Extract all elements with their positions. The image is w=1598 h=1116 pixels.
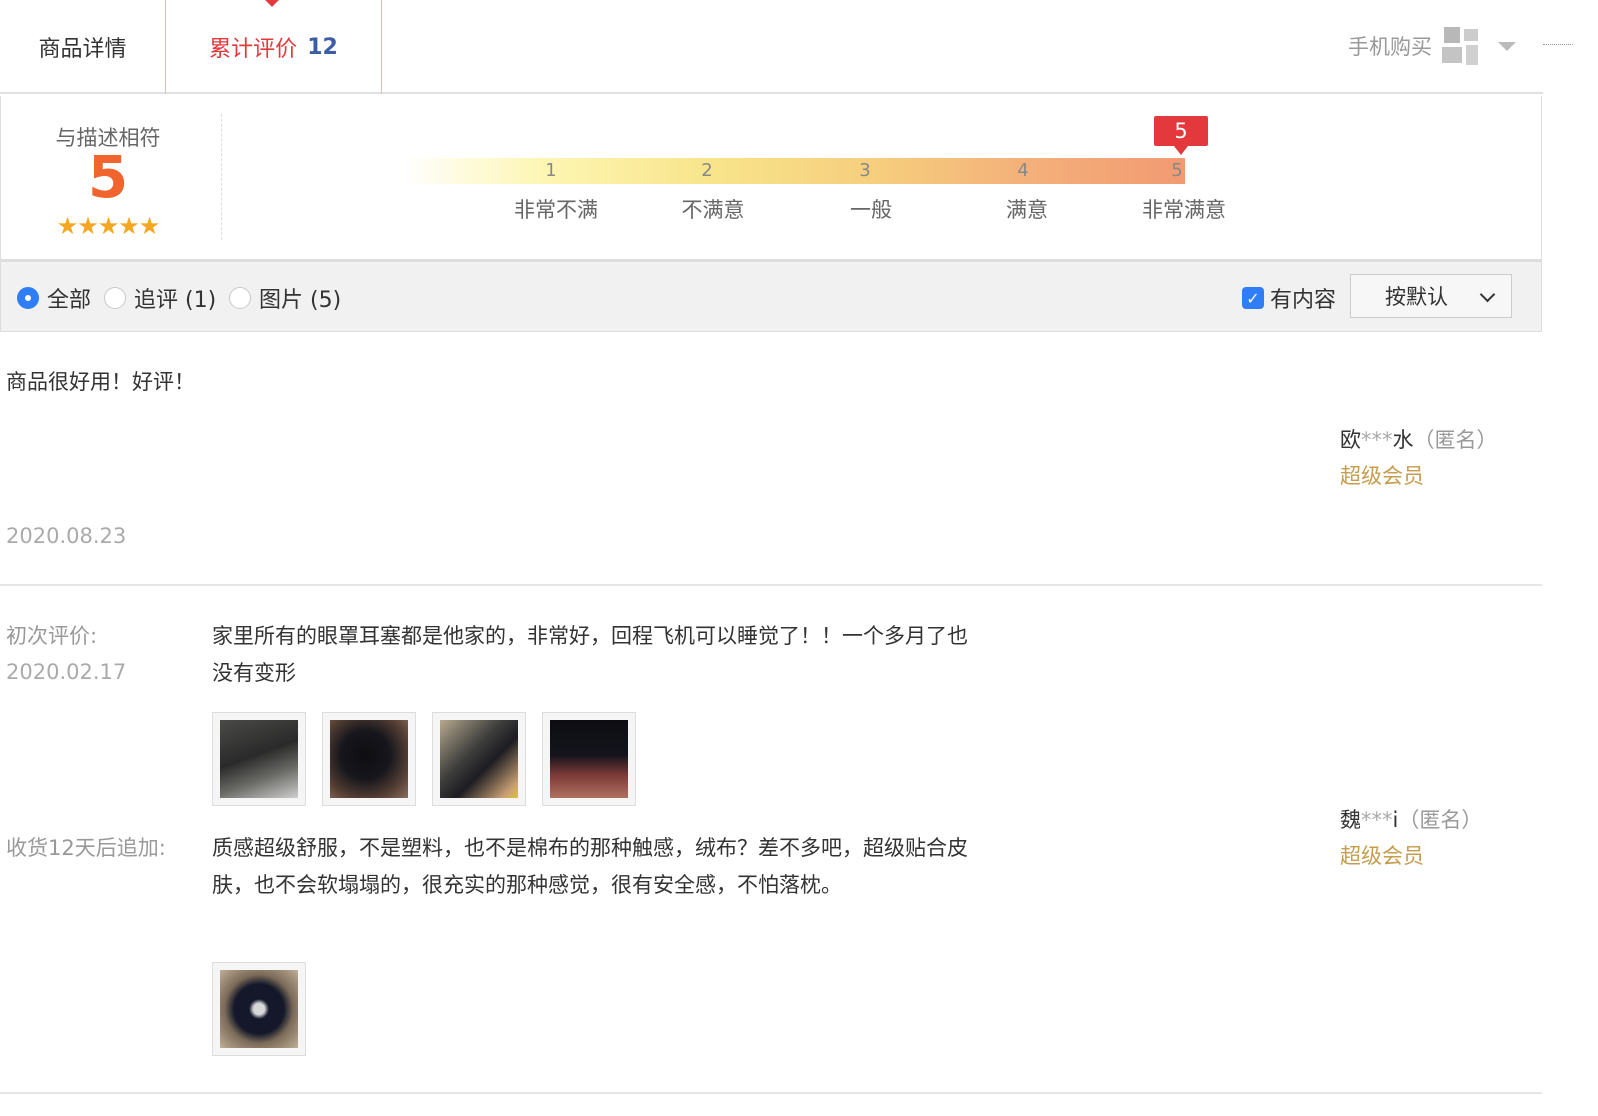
tab-product-detail[interactable]: 商品详情	[0, 0, 166, 94]
review-date: 2020.08.23	[6, 524, 127, 548]
scale-text: 非常不满	[514, 198, 598, 222]
scale-number: 4	[1017, 160, 1029, 181]
review-text: 商品很好用！好评！	[6, 370, 195, 394]
has-content-label: 有内容	[1270, 288, 1337, 313]
tab-reviews-label: 累计评价	[209, 37, 298, 62]
scale-text: 非常满意	[1142, 198, 1226, 222]
anonymous-tag: （匿名）	[1398, 808, 1483, 832]
scale-number: 5	[1171, 160, 1183, 181]
rating-summary: 与描述相符 5 ★★★★★ 1 2 3 4 5 5 非常不满 不满意 一般 满意…	[0, 96, 1542, 262]
filter-followup-label: 追评 (1)	[134, 288, 217, 313]
anonymous-tag: （匿名）	[1413, 428, 1498, 452]
scale-text: 满意	[1006, 198, 1048, 222]
review-image-thumbnail[interactable]	[212, 712, 306, 806]
first-review-text: 家里所有的眼罩耳塞都是他家的，非常好，回程飞机可以睡觉了！！一个多月了也没有变形	[212, 624, 968, 685]
review-image-thumbnail[interactable]	[322, 712, 416, 806]
radio-icon	[229, 287, 251, 309]
filter-followup-radio[interactable]: 追评 (1)	[104, 282, 216, 314]
reviewer-name: 魏***i（匿名）	[1340, 802, 1482, 838]
first-review-date: 2020.02.17	[6, 660, 127, 684]
tab-product-detail-label: 商品详情	[38, 37, 127, 62]
vip-badge: 超级会员	[1340, 844, 1424, 868]
filter-pictures-label: 图片 (5)	[259, 288, 342, 313]
filter-all-label: 全部	[47, 288, 92, 313]
radio-checked-icon	[17, 287, 39, 309]
review-image-thumbnail[interactable]	[212, 962, 306, 1056]
reviewer-name-prefix: 欧	[1340, 428, 1361, 452]
current-score-flag: 5	[1154, 116, 1208, 155]
followup-review-images	[212, 962, 322, 1056]
mobile-buy-label: 手机购买	[1348, 35, 1432, 59]
qr-code-icon	[1440, 25, 1482, 67]
scale-number: 2	[701, 160, 713, 181]
review-image-thumbnail[interactable]	[542, 712, 636, 806]
reviewer-name-mask: ***	[1361, 428, 1393, 452]
has-content-checkbox[interactable]: ✓ 有内容	[1242, 282, 1336, 314]
divider	[1543, 44, 1573, 45]
review-image-thumbnail[interactable]	[432, 712, 526, 806]
scale-text: 一般	[850, 198, 892, 222]
tab-reviews[interactable]: 累计评价 12	[166, 0, 382, 94]
filter-all-radio[interactable]: 全部	[17, 282, 91, 314]
filter-bar: 全部 追评 (1) 图片 (5) ✓ 有内容 按默认	[0, 262, 1542, 332]
review-item: 初次评价: 2020.02.17 家里所有的眼罩耳塞都是他家的，非常好，回程飞机…	[0, 586, 1542, 1094]
vip-badge: 超级会员	[1340, 464, 1424, 488]
reviewer-name-suffix: 水	[1392, 428, 1414, 452]
sort-dropdown[interactable]: 按默认	[1350, 274, 1512, 318]
reviewer-name-prefix: 魏	[1340, 808, 1361, 832]
scale-number: 1	[545, 160, 557, 181]
first-review-label: 初次评价:	[6, 624, 98, 648]
star-rating-icon: ★★★★★	[56, 212, 161, 240]
reviewer-name: 欧***水（匿名）	[1340, 422, 1498, 458]
divider	[221, 114, 222, 240]
mobile-buy-button[interactable]: 手机购买	[1348, 25, 1516, 67]
scale-text: 不满意	[681, 198, 745, 222]
sort-dropdown-label: 按默认	[1385, 285, 1448, 309]
scale-number: 3	[859, 160, 871, 181]
first-review-images	[212, 712, 652, 806]
radio-icon	[104, 287, 126, 309]
reviews-count: 12	[307, 34, 338, 60]
filter-pictures-radio[interactable]: 图片 (5)	[229, 282, 341, 314]
followup-review-text: 质感超级舒服，不是塑料，也不是棉布的那种触感，绒布？差不多吧，超级贴合皮肤，也不…	[212, 836, 968, 897]
chevron-down-icon	[1479, 286, 1496, 303]
tab-bar: 商品详情 累计评价 12 手机购买	[0, 0, 1543, 94]
review-item: 商品很好用！好评！ 欧***水（匿名） 超级会员 2020.08.23	[0, 332, 1542, 586]
followup-review-label: 收货12天后追加:	[6, 836, 166, 860]
checkbox-checked-icon: ✓	[1242, 287, 1264, 309]
chevron-down-icon	[1498, 41, 1516, 51]
reviewer-name-mask: ***	[1361, 808, 1393, 832]
score-box: 与描述相符 5 ★★★★★	[1, 96, 221, 240]
score-value: 5	[87, 143, 129, 211]
rating-scale-bar	[401, 158, 1185, 184]
